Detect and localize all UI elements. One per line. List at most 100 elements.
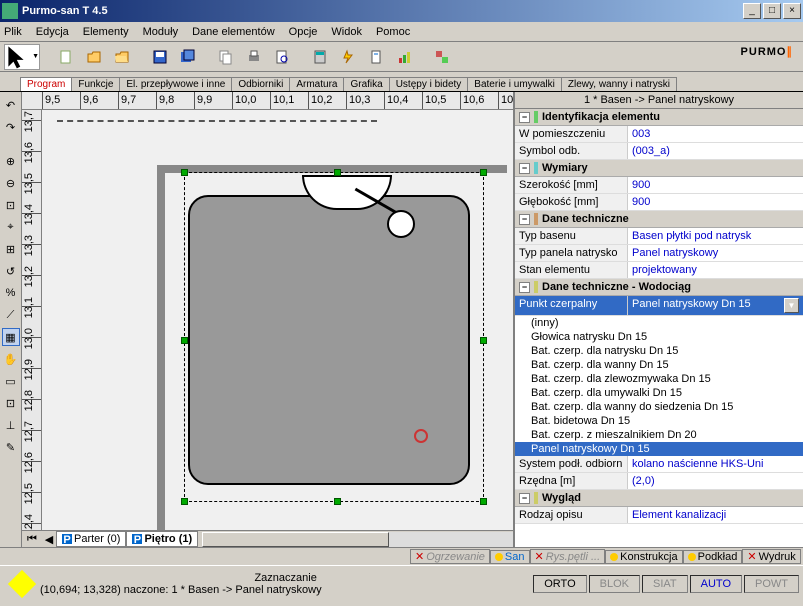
close-button[interactable]: × <box>783 3 801 19</box>
resize-handle[interactable] <box>480 337 487 344</box>
open2-icon[interactable] <box>110 45 134 69</box>
minimize-button[interactable]: _ <box>743 3 761 19</box>
tab-program[interactable]: Program <box>20 77 72 91</box>
status-auto[interactable]: AUTO <box>690 575 742 593</box>
selection-box[interactable] <box>184 172 484 502</box>
pointer-tool[interactable]: ▼ <box>4 44 40 70</box>
dropdown-option[interactable]: Głowica natrysku Dn 15 <box>515 330 803 344</box>
menu-pomoc[interactable]: Pomoc <box>376 26 410 38</box>
dropdown-option[interactable]: Panel natryskowy Dn 15 <box>515 442 803 456</box>
undo-icon[interactable]: ↶ <box>2 96 20 114</box>
dropdown-option[interactable]: (inny) <box>515 316 803 330</box>
prop-value[interactable]: (003_a) <box>628 143 803 159</box>
resize-handle[interactable] <box>181 169 188 176</box>
floor-tab-pietro[interactable]: PPiętro (1) <box>126 531 198 547</box>
menu-plik[interactable]: Plik <box>4 26 22 38</box>
horizontal-scrollbar[interactable] <box>202 532 513 547</box>
view-tab-wydruk[interactable]: ✕Wydruk <box>742 549 800 564</box>
zoom-out-icon[interactable]: ⊖ <box>2 174 20 192</box>
prop-value[interactable]: kolano naścienne HKS-Uni <box>628 456 803 472</box>
section-wodociag[interactable]: −Dane techniczne - Wodociąg <box>515 279 803 296</box>
dropdown-option[interactable]: Bat. czerp. dla natrysku Dn 15 <box>515 344 803 358</box>
status-blok[interactable]: BLOK <box>589 575 640 593</box>
nav-first-icon[interactable]: ⏮ <box>22 533 42 546</box>
tab-odbiorniki[interactable]: Odbiorniki <box>231 77 290 91</box>
open-icon[interactable] <box>82 45 106 69</box>
zoom-prev-icon[interactable]: ↺ <box>2 262 20 280</box>
zoom-window-icon[interactable]: ⌖ <box>2 218 20 236</box>
tab-funkcje[interactable]: Funkcje <box>71 77 120 91</box>
saveall-icon[interactable] <box>176 45 200 69</box>
tab-baterie[interactable]: Baterie i umywalki <box>467 77 562 91</box>
view-tab-ogrzewanie[interactable]: ✕Ogrzewanie <box>410 549 490 564</box>
status-siat[interactable]: SIAT <box>642 575 688 593</box>
menu-edycja[interactable]: Edycja <box>36 26 69 38</box>
view-tab-san[interactable]: San <box>490 550 530 564</box>
drawing-canvas[interactable] <box>42 110 513 530</box>
zoom-in-icon[interactable]: ⊕ <box>2 152 20 170</box>
tab-ustepy[interactable]: Ustępy i bidety <box>389 77 469 91</box>
dropdown-option[interactable]: Bat. czerp. dla umywalki Dn 15 <box>515 386 803 400</box>
prop-value[interactable]: 003 <box>628 126 803 142</box>
zoom-fit-icon[interactable]: ⊡ <box>2 196 20 214</box>
prop-value-selected[interactable]: Panel natryskowy Dn 15▼ <box>628 296 803 315</box>
floor-tab-parter[interactable]: PParter (0) <box>56 531 126 547</box>
status-powt[interactable]: POWT <box>744 575 799 593</box>
pan-icon[interactable]: ✋ <box>2 350 20 368</box>
view-tab-konstrukcja[interactable]: Konstrukcja <box>605 550 682 564</box>
prop-value[interactable]: 900 <box>628 177 803 193</box>
prop-value[interactable]: Element kanalizacji <box>628 507 803 523</box>
print-icon[interactable] <box>242 45 266 69</box>
section-wymiary[interactable]: −Wymiary <box>515 160 803 177</box>
menu-dane[interactable]: Dane elementów <box>192 26 275 38</box>
resize-handle[interactable] <box>334 169 341 176</box>
menu-widok[interactable]: Widok <box>331 26 362 38</box>
grid-icon[interactable]: ▦ <box>2 328 20 346</box>
flash-icon[interactable] <box>336 45 360 69</box>
prop-value[interactable]: 900 <box>628 194 803 210</box>
redo-icon[interactable]: ↷ <box>2 118 20 136</box>
prop-value[interactable]: Basen płytki pod natrysk <box>628 228 803 244</box>
prop-value[interactable]: projektowany <box>628 262 803 278</box>
section-wyglad[interactable]: −Wygląd <box>515 490 803 507</box>
resize-handle[interactable] <box>480 169 487 176</box>
menu-opcje[interactable]: Opcje <box>289 26 318 38</box>
calc-icon[interactable] <box>308 45 332 69</box>
snap-icon[interactable]: ⊡ <box>2 394 20 412</box>
ortho-icon[interactable]: ⊥ <box>2 416 20 434</box>
view-tab-podklad[interactable]: Podkład <box>683 550 743 564</box>
dropdown-option[interactable]: Bat. bidetowa Dn 15 <box>515 414 803 428</box>
layer-icon[interactable]: ▭ <box>2 372 20 390</box>
resize-handle[interactable] <box>181 498 188 505</box>
menu-moduly[interactable]: Moduły <box>143 26 178 38</box>
tab-przeplywowe[interactable]: El. przepływowe i inne <box>119 77 232 91</box>
dropdown-option[interactable]: Bat. czerp. dla wanny Dn 15 <box>515 358 803 372</box>
prop-value[interactable]: Panel natryskowy <box>628 245 803 261</box>
zoom-ext-icon[interactable]: ⊞ <box>2 240 20 258</box>
resize-handle[interactable] <box>181 337 188 344</box>
prop-value[interactable]: (2,0) <box>628 473 803 489</box>
zoom-scale-icon[interactable]: % <box>2 284 20 302</box>
status-orto[interactable]: ORTO <box>533 575 586 593</box>
section-ident[interactable]: −Identyfikacja elementu <box>515 109 803 126</box>
dropdown-arrow-icon[interactable]: ▼ <box>784 298 799 313</box>
doc-icon[interactable] <box>364 45 388 69</box>
measure-icon[interactable]: ⟋ <box>2 306 20 324</box>
section-tech[interactable]: −Dane techniczne <box>515 211 803 228</box>
tab-grafika[interactable]: Grafika <box>343 77 389 91</box>
tool-icon[interactable] <box>430 45 454 69</box>
dropdown-option[interactable]: Bat. czerp. dla wanny do siedzenia Dn 15 <box>515 400 803 414</box>
nav-prev-icon[interactable]: ◀ <box>42 533 56 546</box>
new-icon[interactable] <box>54 45 78 69</box>
pencil-icon[interactable]: ✎ <box>2 438 20 456</box>
tab-armatura[interactable]: Armatura <box>289 77 344 91</box>
resize-handle[interactable] <box>334 498 341 505</box>
menu-elementy[interactable]: Elementy <box>83 26 129 38</box>
maximize-button[interactable]: □ <box>763 3 781 19</box>
chart-icon[interactable] <box>392 45 416 69</box>
resize-handle[interactable] <box>480 498 487 505</box>
copy-icon[interactable] <box>214 45 238 69</box>
save-icon[interactable] <box>148 45 172 69</box>
tab-zlewy[interactable]: Zlewy, wanny i natryski <box>561 77 677 91</box>
preview-icon[interactable] <box>270 45 294 69</box>
